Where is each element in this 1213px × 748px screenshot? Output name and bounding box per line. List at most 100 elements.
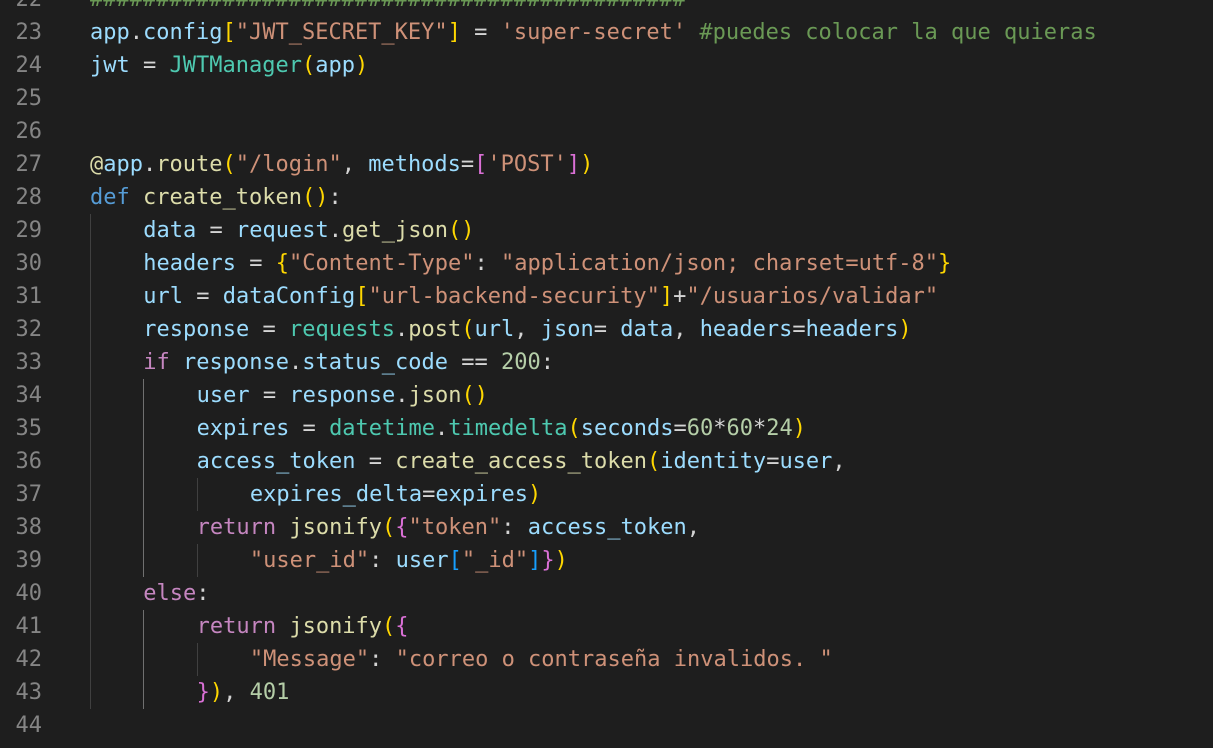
- code-line[interactable]: 30 headers = {"Content-Type": "applicatio…: [0, 247, 1213, 280]
- code-token: def: [90, 185, 130, 210]
- code-token: =: [422, 482, 436, 507]
- code-line[interactable]: 36 access_token = create_access_token(ide…: [0, 445, 1213, 478]
- indent-guide: [143, 511, 145, 544]
- code-text: @app.route("/login", methods=['POST']): [90, 148, 593, 181]
- code-token: :: [369, 647, 396, 672]
- line-number: 24: [15, 53, 43, 78]
- code-token: 60: [686, 416, 714, 441]
- code-line[interactable]: 41 return jsonify({: [0, 610, 1213, 643]
- code-token: =: [460, 20, 501, 45]
- code-line[interactable]: 28 def create_token():: [0, 181, 1213, 214]
- code-token: headers: [699, 317, 793, 342]
- code-line[interactable]: 33 if response.status_code == 200:: [0, 346, 1213, 379]
- code-token: :: [196, 581, 210, 606]
- code-line[interactable]: 42 "Message": "correo o contraseña invali…: [0, 643, 1213, 676]
- code-token: #puedes colocar la que quieras: [699, 20, 1097, 45]
- code-line[interactable]: 44: [0, 709, 1213, 742]
- code-token: {: [395, 614, 409, 639]
- code-token: "correo o contraseña invalidos. ": [395, 647, 833, 672]
- code-token: 24: [766, 416, 793, 441]
- indent-guide: [143, 478, 145, 511]
- code-line[interactable]: 23 app.config["JWT_SECRET_KEY"] = 'super-…: [0, 16, 1213, 49]
- code-token: *: [752, 416, 767, 441]
- code-token: =: [673, 416, 687, 441]
- code-token: }: [196, 680, 210, 705]
- code-line[interactable]: 29 data = request.get_json(): [0, 214, 1213, 247]
- code-token: (: [461, 383, 475, 408]
- code-line[interactable]: 22 ######################################…: [0, 0, 1213, 16]
- code-token: access_token: [527, 515, 687, 540]
- indent-guide: [196, 544, 198, 577]
- code-line[interactable]: 35 expires = datetime.timedelta(seconds=6…: [0, 412, 1213, 445]
- code-token: ): [461, 218, 475, 243]
- code-text: url = dataConfig["url-backend-security"]…: [143, 280, 938, 313]
- line-number: 34: [15, 383, 43, 408]
- code-token: expires_delta: [249, 482, 423, 507]
- code-line[interactable]: 43}), 401: [0, 676, 1213, 709]
- code-line[interactable]: 38 return jsonify({"token": access_token,: [0, 511, 1213, 544]
- code-token: =: [766, 449, 780, 474]
- code-token: 'super-secret': [500, 20, 687, 45]
- code-token: jwt: [90, 53, 130, 78]
- line-number: 30: [15, 251, 43, 276]
- indent-guide: [196, 643, 198, 676]
- indent-guide: [90, 511, 91, 544]
- line-number: 25: [15, 86, 43, 111]
- code-text: "Message": "correo o contraseña invalido…: [250, 643, 833, 676]
- code-line[interactable]: 40 else:: [0, 577, 1213, 610]
- indent-guide: [90, 379, 91, 412]
- code-token: "JWT_SECRET_KEY": [235, 20, 448, 45]
- code-token: 'POST': [487, 152, 567, 177]
- code-token: ,: [341, 152, 369, 177]
- line-number: 35: [15, 416, 43, 441]
- code-line[interactable]: 25: [0, 82, 1213, 115]
- code-token: (: [447, 218, 462, 243]
- code-line[interactable]: 37 expires_delta=expires): [0, 478, 1213, 511]
- code-line[interactable]: 26: [0, 115, 1213, 148]
- code-token: route: [156, 152, 223, 177]
- code-line[interactable]: 31 url = dataConfig["url-backend-security…: [0, 280, 1213, 313]
- code-token: .: [395, 383, 409, 408]
- code-token: else: [143, 581, 197, 606]
- code-token: "/usuarios/validar": [686, 284, 939, 309]
- code-token: :: [501, 515, 528, 540]
- code-text: response = requests.post(url, json= data…: [143, 313, 911, 346]
- line-number: 32: [15, 317, 43, 342]
- code-token: requests: [289, 317, 395, 342]
- code-line[interactable]: 32 response = requests.post(url, json= da…: [0, 313, 1213, 346]
- code-token: =: [249, 317, 290, 342]
- code-line[interactable]: 39 "user_id": user["_id"]}): [0, 544, 1213, 577]
- indent-guide: [90, 313, 91, 346]
- line-number: 23: [15, 20, 43, 45]
- code-token: ): [580, 152, 594, 177]
- code-text: access_token = create_access_token(ident…: [197, 445, 846, 478]
- code-token: [: [474, 152, 488, 177]
- code-token: user: [779, 449, 833, 474]
- code-token: datetime: [329, 416, 436, 441]
- code-line[interactable]: 34 user = response.json(): [0, 379, 1213, 412]
- code-token: config: [143, 20, 223, 45]
- code-token: +: [673, 284, 687, 309]
- code-text: jwt = JWTManager(app): [90, 49, 368, 82]
- code-token: json: [540, 317, 594, 342]
- indent-guide: [90, 544, 91, 577]
- code-token: app: [90, 20, 130, 45]
- code-editor[interactable]: 22 ######################################…: [0, 0, 1213, 748]
- code-line[interactable]: 27 @app.route("/login", methods=['POST']): [0, 148, 1213, 181]
- code-token: json: [408, 383, 462, 408]
- indent-guide: [143, 412, 145, 445]
- code-token: (: [567, 416, 581, 441]
- line-number: 33: [15, 350, 43, 375]
- code-token: data: [143, 218, 197, 243]
- code-token: (: [461, 317, 475, 342]
- code-token: ,: [673, 317, 700, 342]
- code-token: expires: [196, 416, 290, 441]
- indent-guide: [143, 643, 145, 676]
- code-token: :: [540, 350, 554, 375]
- code-line[interactable]: 24 jwt = JWTManager(app): [0, 49, 1213, 82]
- code-token: 200: [500, 350, 541, 375]
- code-token: timedelta: [448, 416, 568, 441]
- code-token: ]: [659, 284, 674, 309]
